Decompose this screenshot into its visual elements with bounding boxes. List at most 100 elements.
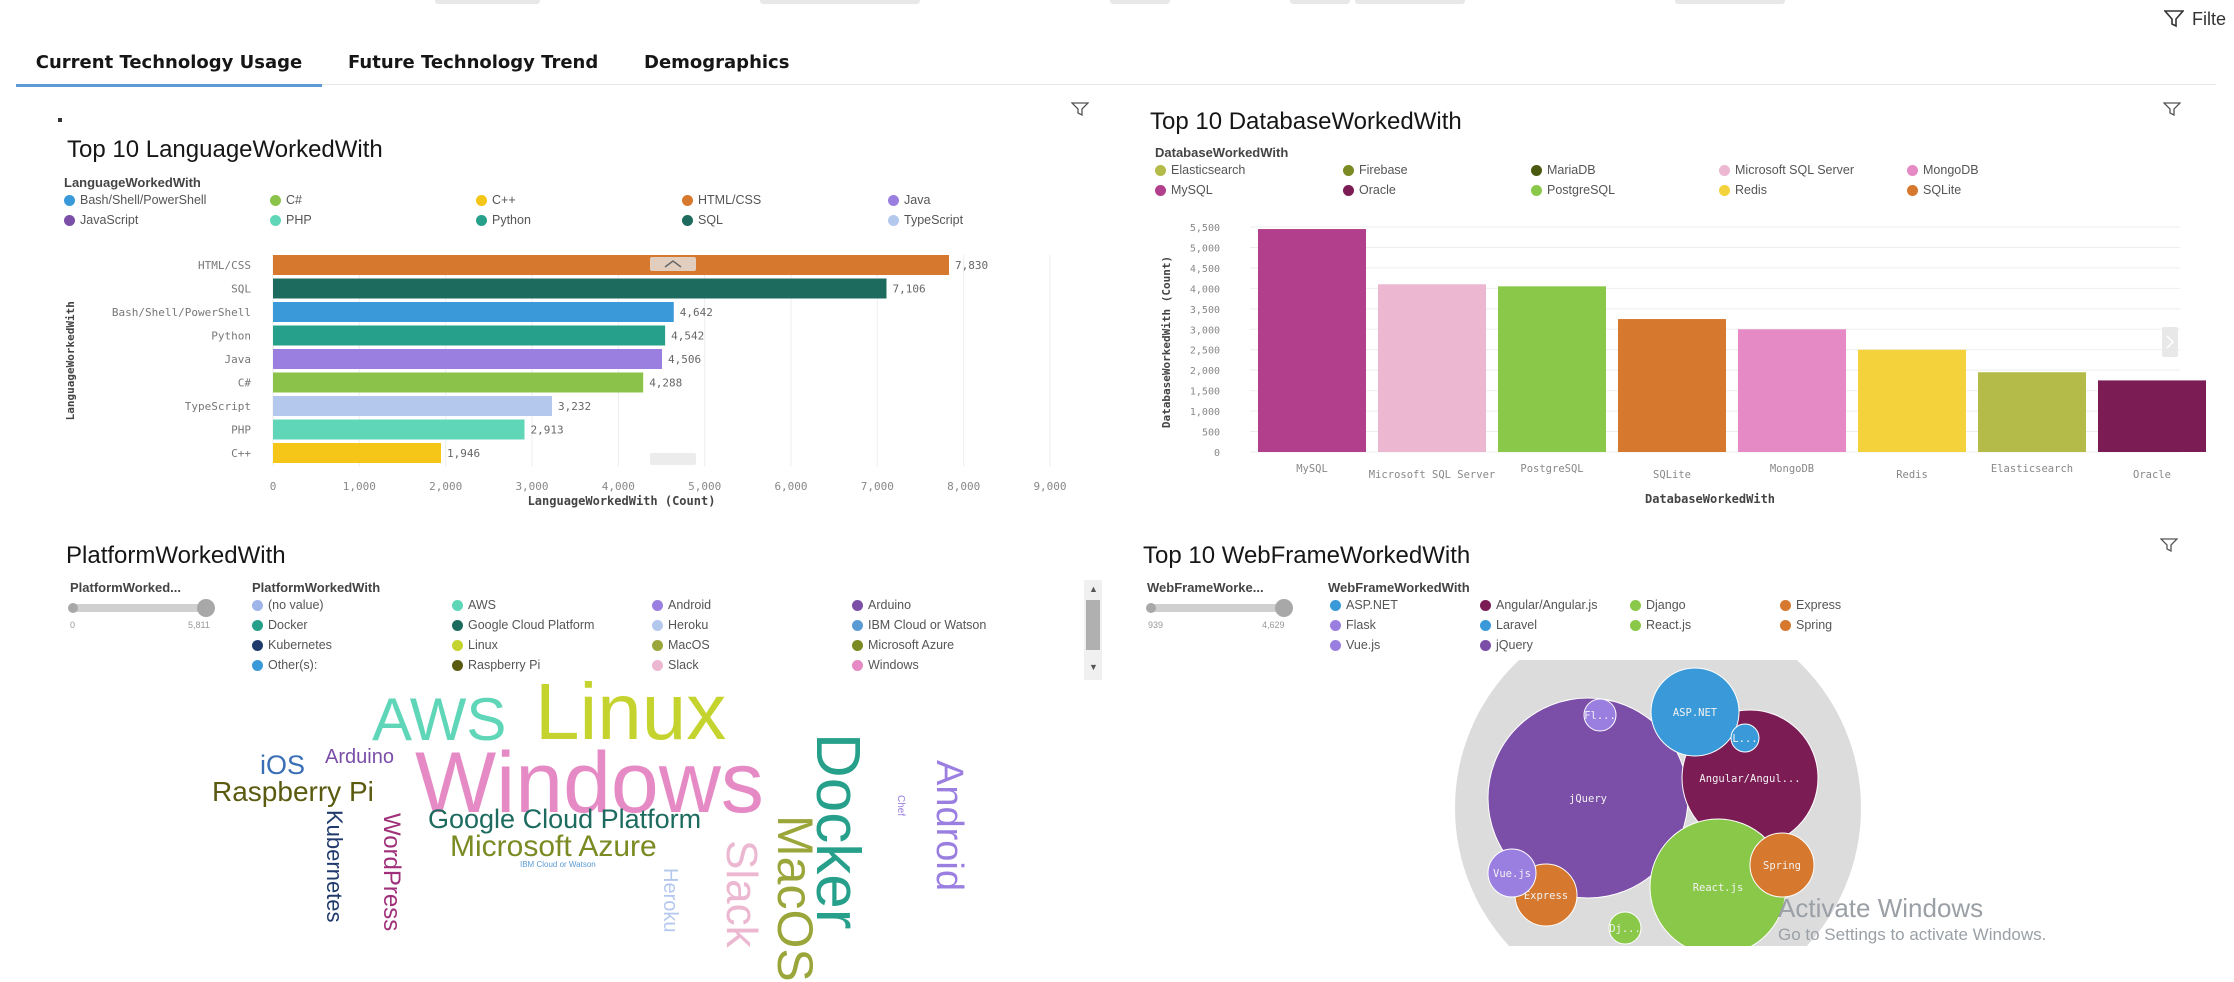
bar [273, 302, 674, 322]
word-ios[interactable]: iOS [260, 752, 305, 779]
legend-item[interactable]: Elasticsearch [1155, 163, 1245, 177]
legend-item[interactable]: (no value) [252, 598, 324, 612]
legend-item[interactable]: Windows [852, 658, 919, 672]
legend-item[interactable]: Other(s): [252, 658, 317, 672]
top-control-2[interactable] [760, 0, 920, 4]
platform-slider-max: 5,811 [188, 620, 210, 630]
top-control-3[interactable] [1110, 0, 1170, 4]
legend-item[interactable]: TypeScript [888, 213, 963, 227]
legend-item[interactable]: MySQL [1155, 183, 1213, 197]
webframe-panel-filter-icon[interactable] [2160, 538, 2178, 552]
word-slack[interactable]: Slack [717, 840, 766, 948]
word-wordpress[interactable]: WordPress [378, 813, 405, 931]
legend-item[interactable]: Bash/Shell/PowerShell [64, 193, 206, 207]
word-macos[interactable]: MacOS [767, 815, 823, 982]
slider-max-handle[interactable] [1275, 599, 1293, 617]
bar [1618, 319, 1726, 452]
legend-swatch [1531, 184, 1542, 196]
word-google-cloud-platform[interactable]: Google Cloud Platform [428, 806, 701, 833]
chart-next-button[interactable] [2162, 327, 2178, 357]
scroll-thumb[interactable] [1086, 600, 1100, 650]
legend-item[interactable]: MacOS [652, 638, 710, 652]
legend-item[interactable]: Microsoft SQL Server [1719, 163, 1854, 177]
expand-handle[interactable] [650, 453, 696, 465]
legend-item[interactable]: AWS [452, 598, 496, 612]
word-heroku[interactable]: Heroku [659, 868, 681, 932]
legend-item[interactable]: Redis [1719, 183, 1767, 197]
legend-item[interactable]: C# [270, 193, 302, 207]
word-chef[interactable]: Chef [895, 795, 906, 816]
top-control-1[interactable] [435, 0, 540, 4]
word-arduino[interactable]: Arduino [325, 747, 394, 767]
legend-item[interactable]: Spring [1780, 618, 1832, 632]
legend-item[interactable]: Arduino [852, 598, 911, 612]
scroll-up-icon[interactable]: ▲ [1089, 584, 1098, 594]
legend-item[interactable]: Heroku [652, 618, 708, 632]
legend-item[interactable]: MongoDB [1907, 163, 1979, 177]
webframe-count-slider[interactable] [1146, 599, 1293, 617]
legend-item[interactable]: Angular/Angular.js [1480, 598, 1597, 612]
legend-label: C++ [492, 193, 516, 207]
bubble-label: Vue.js [1493, 868, 1531, 880]
legend-item[interactable]: Python [476, 213, 531, 227]
tab-future-technology-trend[interactable]: Future Technology Trend [348, 46, 598, 84]
collapse-handle[interactable] [650, 257, 696, 271]
word-ibm-cloud-or-watson[interactable]: IBM Cloud or Watson [520, 861, 596, 869]
legend-label: MongoDB [1923, 163, 1979, 177]
legend-item[interactable]: Firebase [1343, 163, 1408, 177]
legend-item[interactable]: ASP.NET [1330, 598, 1398, 612]
legend-label: Raspberry Pi [468, 658, 541, 672]
database-panel-filter-icon[interactable] [2163, 102, 2181, 116]
legend-item[interactable]: Kubernetes [252, 638, 332, 652]
legend-item[interactable]: Java [888, 193, 930, 207]
legend-item[interactable]: React.js [1630, 618, 1691, 632]
top-control-5[interactable] [1355, 0, 1465, 4]
tab-current-technology-usage[interactable]: Current Technology Usage [16, 46, 322, 87]
legend-item[interactable]: Microsoft Azure [852, 638, 954, 652]
top-control-4[interactable] [1290, 0, 1350, 4]
legend-item[interactable]: Oracle [1343, 183, 1396, 197]
legend-item[interactable]: HTML/CSS [682, 193, 761, 207]
legend-item[interactable]: Raspberry Pi [452, 658, 540, 672]
legend-label: HTML/CSS [698, 193, 762, 207]
legend-item[interactable]: SQL [682, 213, 723, 227]
word-raspberry-pi[interactable]: Raspberry Pi [212, 778, 374, 806]
legend-item[interactable]: Linux [452, 638, 498, 652]
legend-item[interactable]: Flask [1330, 618, 1376, 632]
legend-swatch [1630, 619, 1641, 631]
category-label: TypeScript [185, 400, 251, 413]
legend-item[interactable]: PHP [270, 213, 312, 227]
tab-demographics[interactable]: Demographics [644, 46, 789, 84]
word-android[interactable]: Android [928, 760, 970, 891]
legend-item[interactable]: Django [1630, 598, 1686, 612]
legend-item[interactable]: Vue.js [1330, 638, 1380, 652]
slider-max-handle[interactable] [197, 599, 215, 617]
legend-item[interactable]: Laravel [1480, 618, 1537, 632]
legend-item[interactable]: JavaScript [64, 213, 138, 227]
legend-item[interactable]: C++ [476, 193, 516, 207]
legend-item[interactable]: PostgreSQL [1531, 183, 1615, 197]
platform-legend-scrollbar[interactable]: ▲ ▼ [1084, 580, 1102, 680]
legend-item[interactable]: jQuery [1480, 638, 1533, 652]
top-control-6[interactable] [1675, 0, 1785, 4]
slider-min-handle[interactable] [68, 603, 78, 613]
y-tick-label: 0 [1214, 448, 1220, 459]
platform-count-slider[interactable] [68, 599, 215, 617]
word-kubernetes[interactable]: Kubernetes [322, 810, 347, 923]
language-panel-filter-icon[interactable] [1071, 102, 1089, 116]
filter-button[interactable]: Filte [2163, 6, 2226, 32]
legend-item[interactable]: Android [652, 598, 711, 612]
x-tick-label: 1,000 [343, 480, 376, 493]
legend-item[interactable]: SQLite [1907, 183, 1961, 197]
legend-item[interactable]: Google Cloud Platform [452, 618, 594, 632]
word-microsoft-azure[interactable]: Microsoft Azure [450, 832, 657, 862]
legend-swatch [252, 639, 263, 651]
legend-label: Redis [1735, 183, 1767, 197]
legend-item[interactable]: Docker [252, 618, 308, 632]
scroll-down-icon[interactable]: ▼ [1089, 662, 1098, 672]
legend-item[interactable]: IBM Cloud or Watson [852, 618, 986, 632]
legend-item[interactable]: Express [1780, 598, 1841, 612]
activate-windows-subtitle: Go to Settings to activate Windows. [1778, 925, 2047, 944]
slider-min-handle[interactable] [1146, 603, 1156, 613]
legend-item[interactable]: MariaDB [1531, 163, 1596, 177]
